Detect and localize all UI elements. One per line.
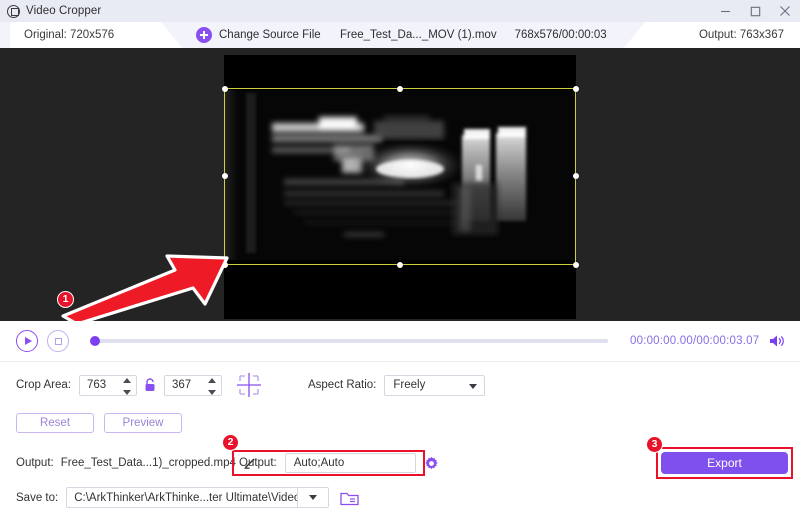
- crop-controls-row: Crop Area: 763 367 Aspect Ratio: Freely: [0, 362, 800, 408]
- aspect-ratio-select[interactable]: Freely: [384, 374, 486, 396]
- save-path-value: C:\ArkThinker\ArkThinke...ter Ultimate\V…: [74, 491, 298, 504]
- original-tab: Original: 720x576: [10, 22, 182, 48]
- save-to-label: Save to:: [16, 491, 59, 504]
- output-format-label: Output:: [239, 457, 277, 469]
- output-format-row: Output: Auto;Auto: [239, 453, 439, 473]
- action-buttons-row: Reset Preview: [0, 408, 800, 438]
- crop-width-arrows[interactable]: [122, 377, 131, 395]
- aspect-ratio-value: Freely: [393, 379, 426, 391]
- crop-height-arrows[interactable]: [207, 377, 216, 395]
- output-format-value: Auto;Auto: [293, 457, 345, 469]
- annotation-badge-2: 2: [222, 434, 239, 451]
- export-button[interactable]: Export: [661, 452, 788, 474]
- close-button[interactable]: [770, 0, 800, 22]
- play-icon[interactable]: [16, 330, 38, 352]
- minimize-button[interactable]: [710, 0, 740, 22]
- source-bar: Original: 720x576 Change Source File Fre…: [0, 22, 800, 48]
- crop-icon: [7, 4, 20, 18]
- chevron-down-icon[interactable]: [309, 495, 318, 500]
- file-info: Free_Test_Da..._MOV (1).mov 768x576/00:0…: [340, 22, 607, 48]
- timecode-display: 00:00:00.00/00:00:03.07: [630, 335, 760, 347]
- crop-area-label: Crop Area:: [16, 379, 71, 391]
- crop-width-decrement[interactable]: [122, 389, 131, 395]
- crop-height-value: 367: [171, 379, 192, 391]
- volume-icon[interactable]: [769, 334, 785, 348]
- source-file-meta: 768x576/00:00:03: [514, 29, 607, 41]
- video-stage[interactable]: [0, 48, 800, 321]
- output-format-field[interactable]: Auto;Auto: [284, 453, 416, 473]
- title-bar: Video Cropper: [0, 0, 800, 22]
- annotation-badge-3: 3: [646, 436, 663, 453]
- lock-icon[interactable]: [144, 378, 156, 392]
- window-title: Video Cropper: [26, 5, 102, 17]
- plus-circle-icon[interactable]: [196, 27, 212, 43]
- annotation-badge-1: 1: [57, 291, 74, 308]
- crop-width-value: 763: [86, 379, 107, 391]
- save-to-row: Save to: C:\ArkThinker\ArkThinke...ter U…: [16, 487, 359, 508]
- aspect-ratio-label: Aspect Ratio:: [307, 379, 377, 391]
- output-file-row: Output: Free_Test_Data...1)_cropped.mp4: [16, 456, 256, 469]
- preview-button[interactable]: Preview: [104, 413, 182, 433]
- video-cropper-window: Video Cropper Original: 720x576 Change S…: [0, 0, 800, 522]
- maximize-button[interactable]: [740, 0, 770, 22]
- window-controls: [710, 0, 800, 22]
- reset-button[interactable]: Reset: [16, 413, 94, 433]
- crop-height-stepper[interactable]: 367: [163, 374, 222, 396]
- crop-width-stepper[interactable]: 763: [78, 374, 137, 396]
- stop-icon[interactable]: [47, 330, 69, 352]
- output-size-label: Output: 763x367: [698, 29, 784, 41]
- crop-height-increment[interactable]: [207, 377, 216, 383]
- change-source-group[interactable]: Change Source File: [196, 22, 321, 48]
- output-file-name: Free_Test_Data...1)_cropped.mp4: [60, 456, 236, 469]
- seek-slider[interactable]: [90, 336, 608, 346]
- save-path-dropdown[interactable]: [297, 487, 330, 508]
- crop-height-decrement[interactable]: [207, 389, 216, 395]
- change-source-label: Change Source File: [219, 29, 321, 41]
- original-size-label: Original: 720x576: [24, 29, 115, 41]
- output-file-label: Output:: [16, 456, 54, 469]
- video-preview-image: [224, 87, 576, 264]
- crop-grid-icon[interactable]: [236, 373, 262, 397]
- video-frame: [224, 55, 576, 319]
- gear-icon[interactable]: [424, 456, 439, 471]
- playback-controls: 00:00:00.00/00:00:03.07: [0, 321, 800, 361]
- output-tab: Output: 763x367: [624, 22, 800, 48]
- seek-knob[interactable]: [90, 336, 100, 346]
- chevron-down-icon[interactable]: [469, 383, 478, 389]
- source-file-name: Free_Test_Da..._MOV (1).mov: [340, 29, 497, 41]
- folder-icon[interactable]: [340, 490, 359, 506]
- save-path-field[interactable]: C:\ArkThinker\ArkThinke...ter Ultimate\V…: [66, 487, 298, 508]
- crop-width-increment[interactable]: [122, 377, 131, 383]
